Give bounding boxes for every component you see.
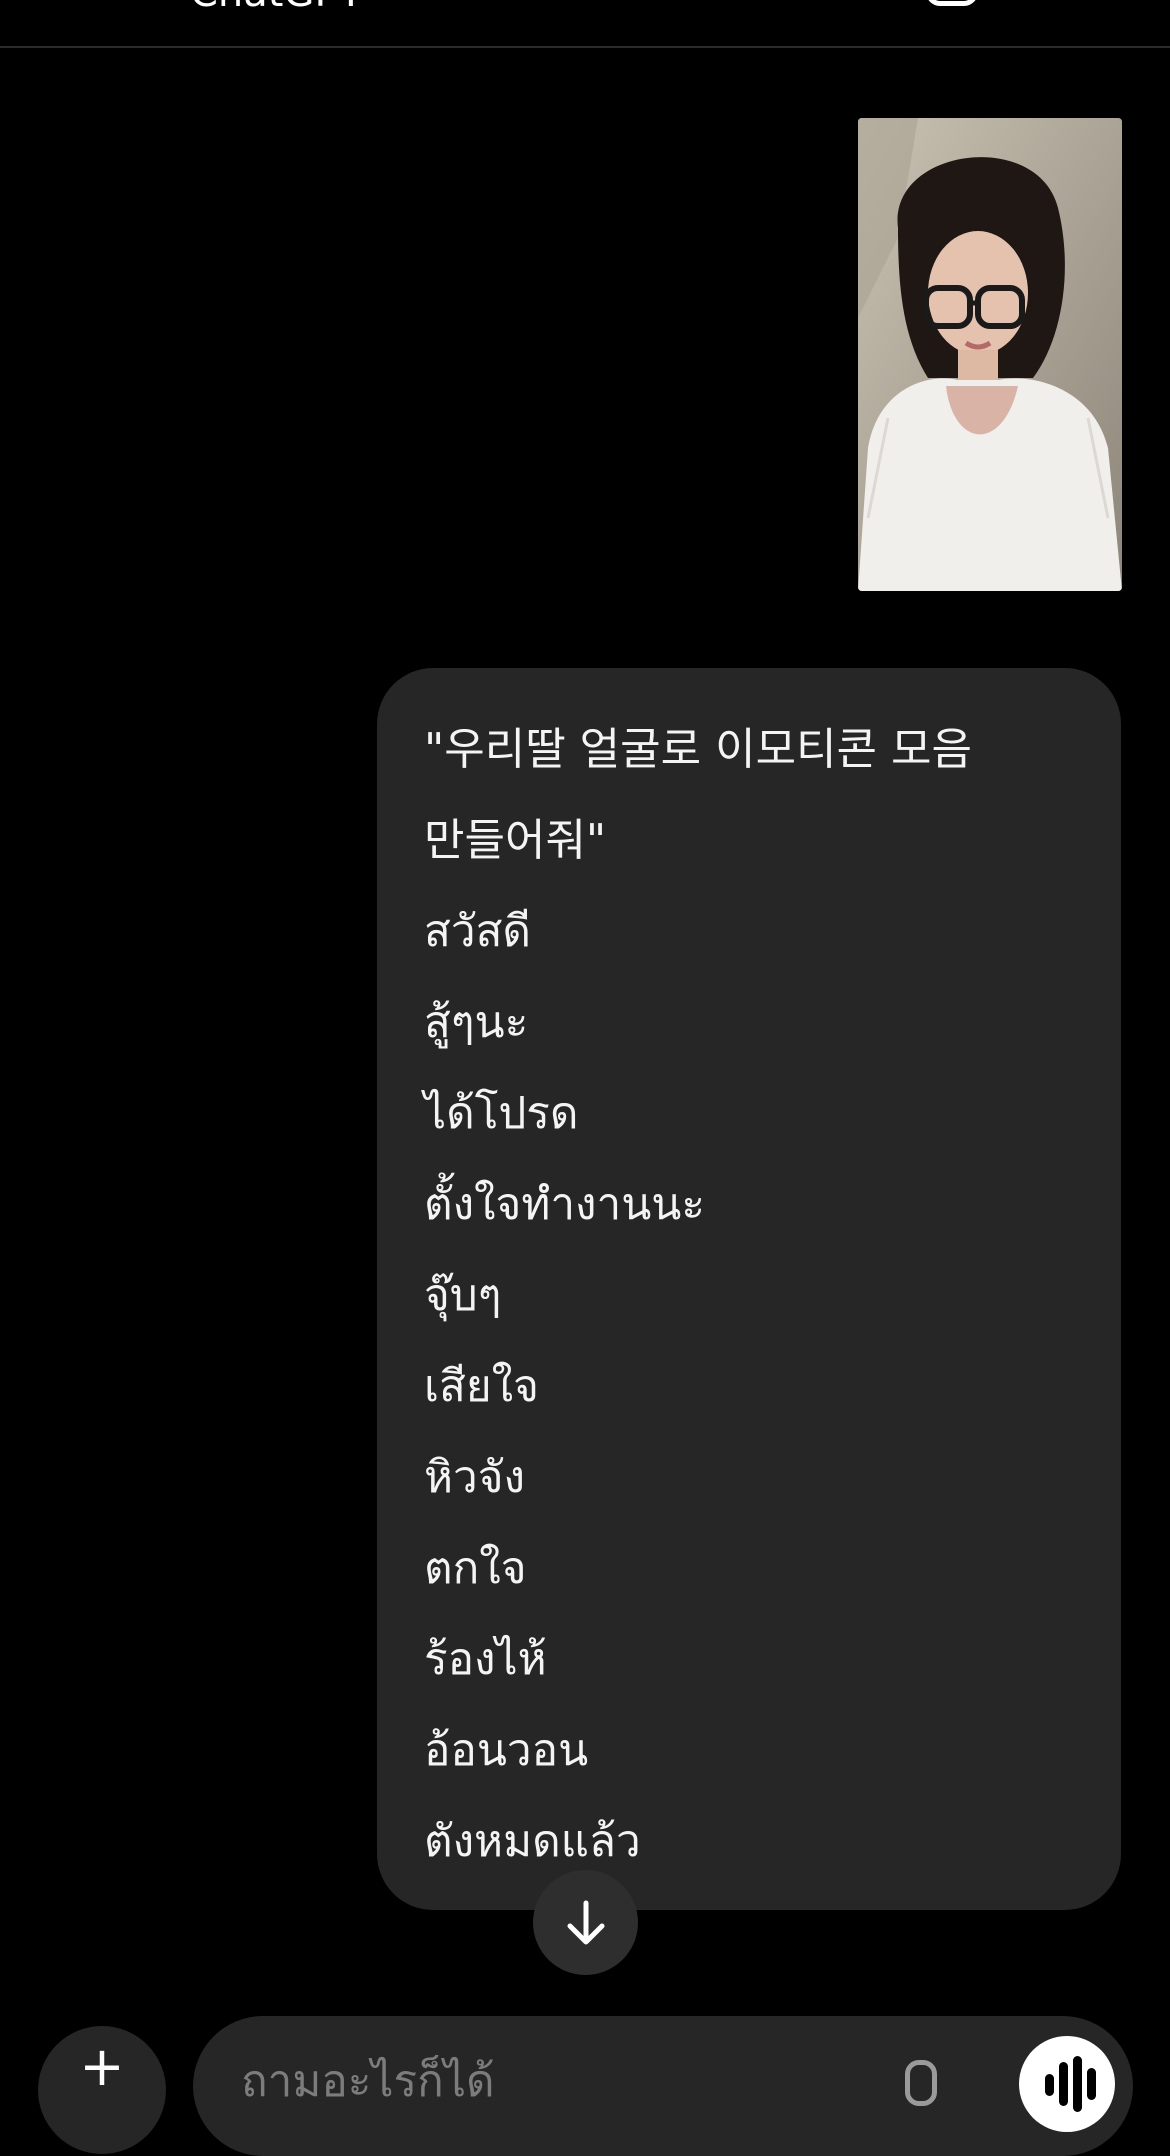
voice-mode-button[interactable] [1019,2036,1115,2132]
message-bubble: "우리딸 얼굴로 이모티콘 모음 만들어줘" สวัสดี สู้ๆนะ ได้… [377,668,1121,1910]
message-line: ตังหมดแล้ว [424,1816,641,1867]
microphone-icon[interactable] [905,2060,937,2106]
message-line: สวัสดี [424,906,531,957]
message-line: เสียใจ [424,1361,539,1412]
scroll-to-bottom-button[interactable] [533,1870,638,1975]
message-line: ตั้งใจทำงานนะ [424,1179,706,1230]
arrow-down-icon [567,1900,604,1944]
message-line: จุ๊บๆ [424,1270,502,1321]
new-chat-icon[interactable] [926,0,978,6]
top-bar: ChatGPT [0,0,1170,48]
user-photo [858,118,1122,591]
message-line: อ้อนวอน [424,1725,589,1776]
message-line: ร้องไห้ [424,1634,547,1685]
add-attachment-button[interactable]: + [38,2026,166,2154]
message-line: หิวจัง [424,1452,525,1503]
message-input[interactable]: ถามอะไรก็ได้ [193,2016,1133,2156]
header-title[interactable]: ChatGPT [190,0,363,16]
message-line: สู้ๆนะ [424,997,529,1048]
voice-bar [1087,2068,1096,2100]
voice-bar [1045,2074,1054,2096]
message-line: ตกใจ [424,1543,527,1594]
message-line: ได้โปรด [424,1088,579,1139]
voice-bar [1059,2062,1068,2106]
sent-photo[interactable] [858,118,1122,591]
voice-bar [1073,2056,1082,2112]
plus-icon: + [79,2035,125,2098]
message-line: "우리딸 얼굴로 이모티콘 모음 [424,724,972,775]
message-line: 만들어줘" [424,815,607,866]
message-input-placeholder: ถามอะไรก็ได้ [241,2056,495,2107]
